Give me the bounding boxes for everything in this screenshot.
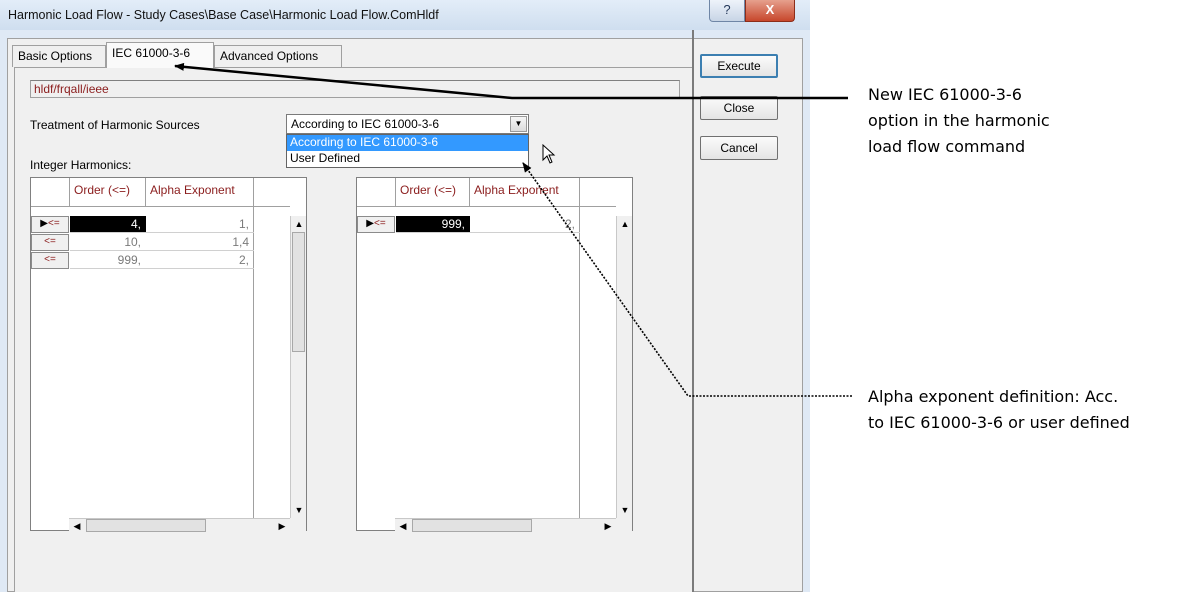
execute-button[interactable]: Execute xyxy=(700,54,778,78)
button-panel-separator xyxy=(692,30,694,592)
row-header[interactable]: <= xyxy=(31,234,69,251)
column-header-order[interactable]: Order (<=) xyxy=(70,178,146,206)
column-header-alpha[interactable]: Alpha Exponent xyxy=(146,178,254,206)
close-button[interactable]: Close xyxy=(700,96,778,120)
cancel-button[interactable]: Cancel xyxy=(700,136,778,160)
integer-harmonics-table-left: Order (<=) Alpha Exponent ▶<= 4, 1, <= 1… xyxy=(30,177,307,532)
table-cell-order[interactable]: 999, xyxy=(70,252,146,269)
alpha-annotation: Alpha exponent definition: Acc. to IEC 6… xyxy=(868,384,1130,436)
table-cell-order[interactable]: 999, xyxy=(396,216,470,233)
scroll-corner xyxy=(290,518,306,532)
tab-advanced-options[interactable]: Advanced Options xyxy=(214,45,342,67)
command-path-field: hldf/frqall/ieee xyxy=(30,80,680,98)
table-cell-alpha[interactable]: 1, xyxy=(146,216,254,233)
harmonic-load-flow-dialog: Harmonic Load Flow - Study Cases\Base Ca… xyxy=(0,0,810,592)
row-marker: <= xyxy=(374,218,386,229)
down-arrow-icon[interactable]: ▼ xyxy=(617,502,633,518)
dialog-client-area: Basic Options IEC 61000-3-6 Advanced Opt… xyxy=(7,38,803,592)
horizontal-scrollbar[interactable]: ◀ ▶ xyxy=(395,518,616,532)
right-triangle-icon: ▶ xyxy=(40,218,48,229)
tab-iec-61000-3-6[interactable]: IEC 61000-3-6 xyxy=(106,42,214,68)
scroll-thumb[interactable] xyxy=(412,519,532,532)
option-user-defined[interactable]: User Defined xyxy=(287,151,528,167)
integer-harmonics-label: Integer Harmonics: xyxy=(30,158,132,172)
title-bar: Harmonic Load Flow - Study Cases\Base Ca… xyxy=(0,0,810,30)
right-arrow-icon[interactable]: ▶ xyxy=(600,518,616,534)
right-triangle-icon: ▶ xyxy=(366,218,374,229)
table-cell-alpha[interactable]: 2, xyxy=(146,252,254,269)
scroll-corner xyxy=(616,518,632,532)
column-header-order[interactable]: Order (<=) xyxy=(396,178,470,206)
up-arrow-icon[interactable]: ▲ xyxy=(291,216,307,232)
row-header[interactable]: ▶<= xyxy=(357,216,395,233)
window-title: Harmonic Load Flow - Study Cases\Base Ca… xyxy=(8,8,439,22)
row-header[interactable]: <= xyxy=(31,252,69,269)
row-header[interactable]: ▶<= xyxy=(31,216,69,233)
integer-harmonics-table-right: Order (<=) Alpha Exponent ▶<= 999, 2, ▲ … xyxy=(356,177,633,532)
header-divider xyxy=(357,206,616,207)
option-according-to-iec[interactable]: According to IEC 61000-3-6 xyxy=(287,135,528,151)
tab-annotation: New IEC 61000-3-6 option in the harmonic… xyxy=(868,82,1050,160)
tab-basic-options[interactable]: Basic Options xyxy=(12,45,106,67)
left-arrow-icon[interactable]: ◀ xyxy=(395,518,411,534)
annotation-line: Alpha exponent definition: Acc. xyxy=(868,387,1119,406)
right-arrow-icon[interactable]: ▶ xyxy=(274,518,290,534)
treatment-combobox[interactable]: According to IEC 61000-3-6 ▼ xyxy=(286,114,529,134)
help-button[interactable]: ? xyxy=(709,0,745,22)
table-cell-order[interactable]: 4, xyxy=(70,216,146,233)
treatment-selected-value: According to IEC 61000-3-6 xyxy=(291,117,440,131)
up-arrow-icon[interactable]: ▲ xyxy=(617,216,633,232)
annotation-line: to IEC 61000-3-6 or user defined xyxy=(868,413,1130,432)
close-window-button[interactable]: X xyxy=(745,0,795,22)
scroll-thumb[interactable] xyxy=(292,232,305,352)
mouse-pointer-icon xyxy=(542,144,556,164)
column-header-alpha[interactable]: Alpha Exponent xyxy=(470,178,580,206)
down-arrow-icon[interactable]: ▼ xyxy=(291,502,307,518)
row-marker: <= xyxy=(48,218,60,229)
horizontal-scrollbar[interactable]: ◀ ▶ xyxy=(69,518,290,532)
left-arrow-icon[interactable]: ◀ xyxy=(69,518,85,534)
header-divider xyxy=(31,206,290,207)
vertical-scrollbar[interactable]: ▲ ▼ xyxy=(290,216,306,518)
row-header-corner xyxy=(31,178,70,206)
annotation-line: New IEC 61000-3-6 xyxy=(868,85,1022,104)
table-cell-alpha[interactable]: 1,4 xyxy=(146,234,254,251)
vertical-scrollbar[interactable]: ▲ ▼ xyxy=(616,216,632,518)
chevron-down-icon[interactable]: ▼ xyxy=(510,116,527,132)
treatment-label: Treatment of Harmonic Sources xyxy=(30,118,200,132)
table-cell-order[interactable]: 10, xyxy=(70,234,146,251)
table-cell-alpha[interactable]: 2, xyxy=(470,216,580,233)
scroll-thumb[interactable] xyxy=(86,519,206,532)
treatment-dropdown-list: According to IEC 61000-3-6 User Defined xyxy=(286,134,529,168)
annotation-line: option in the harmonic xyxy=(868,111,1050,130)
row-header-corner xyxy=(357,178,396,206)
tab-page-iec: hldf/frqall/ieee Treatment of Harmonic S… xyxy=(14,67,693,592)
annotation-line: load flow command xyxy=(868,137,1026,156)
